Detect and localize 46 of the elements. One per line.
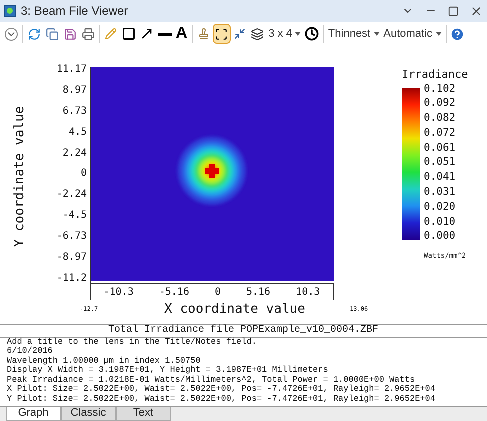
y-tick-label: 4.5 <box>68 126 87 138</box>
y-tick-label: 0 <box>80 168 87 180</box>
legend-tick-label: 0.051 <box>424 156 456 168</box>
y-tick-label: 2.24 <box>62 148 87 159</box>
legend-tick-label: 0.020 <box>424 200 456 213</box>
y-axis-label: Y coordinate value <box>11 106 28 248</box>
line-style-dropdown[interactable]: Thinnest <box>326 24 382 44</box>
legend-tick-label: 0.010 <box>424 216 456 228</box>
legend-tick-label: 0.102 <box>424 82 456 94</box>
legend-tick-label: 0.061 <box>424 142 456 154</box>
y-tick-label: -2.24 <box>56 189 87 200</box>
window-title: 3: Beam File Viewer <box>21 3 128 20</box>
legend-title: Irradiance <box>402 67 468 83</box>
y-tick-label: -4.5 <box>62 210 87 222</box>
layout-dropdown[interactable]: 3 x 4 <box>266 24 304 44</box>
legend-tick-label: 0.041 <box>424 171 456 184</box>
tab[interactable]: Graph <box>6 407 61 421</box>
y-tick-label: -6.73 <box>56 231 87 242</box>
tab[interactable]: Text <box>116 407 171 421</box>
y-tick-label: 8.97 <box>62 84 87 96</box>
y-tick-label: 6.73 <box>62 106 87 117</box>
legend-tick-label: 0.000 <box>424 230 456 242</box>
info-line: Peak Irradiance = 1.0218E-01 Watts/Millimeters^2, Total Power = 1.0000E+00 Watts <box>7 376 416 384</box>
text-tool-button[interactable]: A <box>174 24 190 44</box>
x-axis-label: X coordinate value <box>164 301 306 319</box>
y-tick-label: -8.97 <box>56 252 87 264</box>
legend-tick-label: 0.072 <box>424 126 456 139</box>
x-tick-label: -10.3 <box>104 286 134 300</box>
legend-tick-label: 0.031 <box>424 186 456 198</box>
tab[interactable]: Classic <box>61 407 116 421</box>
scale-dropdown[interactable]: Automatic <box>382 24 444 44</box>
x-tick-label: -5.16 <box>159 286 190 300</box>
y-tick-label: 11.17 <box>56 64 87 75</box>
info-line: 6/10/2016 <box>7 347 54 356</box>
info-line: Wavelength 1.00000 µm in index 1.50750 <box>7 356 202 366</box>
legend-tick-label: 0.092 <box>424 97 456 110</box>
info-line: Y Pilot: Size= 2.5022E+00, Waist= 2.5022E+00, Pos= -7.4726E+01, Rayleigh= 2.9652E+04 <box>7 394 436 404</box>
x-tick-label: 5.16 <box>246 286 271 300</box>
info-line: Display X Width = 3.1987E+01, Y Height = 3.1987E+01 Millimeters <box>7 366 330 376</box>
info-line: X Pilot: Size= 2.5022E+00, Waist= 2.5022E+00, Pos= -7.4726E+01, Rayleigh= 2.9652E+04 <box>7 385 436 394</box>
panel-header: Total Irradiance file POPExample_v10_0004.ZBF <box>0 324 487 338</box>
x-tick-label: 10.3 <box>296 286 320 300</box>
x-tick-label: 0 <box>214 286 221 300</box>
legend-tick-label: 0.082 <box>424 112 456 124</box>
y-tick-label: -11.2 <box>56 272 87 284</box>
info-line: Add a title to the lens in the Title/Notes field. <box>7 338 258 346</box>
